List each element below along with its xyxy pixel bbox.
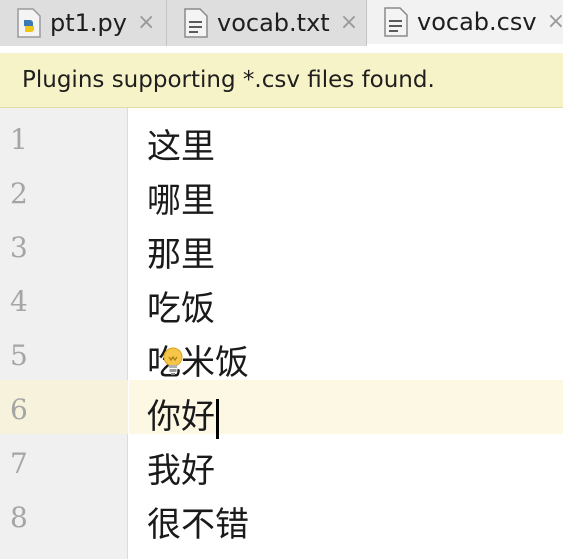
- plugin-notification-banner[interactable]: Plugins supporting *.csv files found.: [0, 53, 563, 108]
- tab-label: pt1.py: [50, 9, 127, 37]
- editor-line[interactable]: 7 我好: [0, 437, 563, 491]
- close-tab-icon[interactable]: ×: [340, 12, 358, 34]
- tab-label: vocab.csv: [417, 8, 537, 36]
- line-number: 2: [10, 177, 28, 210]
- tab-pt1-py[interactable]: pt1.py ×: [0, 0, 167, 46]
- editor-line[interactable]: 2 哪里: [0, 167, 563, 221]
- close-tab-icon[interactable]: ×: [547, 11, 563, 33]
- python-file-icon: [16, 8, 42, 38]
- tab-label: vocab.txt: [217, 9, 330, 37]
- line-text-content: 你好: [147, 397, 215, 437]
- line-text: 你好: [147, 389, 219, 439]
- line-number: 5: [10, 339, 28, 372]
- line-text: 吃饭: [147, 289, 215, 329]
- notification-text: Plugins supporting *.csv files found.: [22, 67, 435, 93]
- close-tab-icon[interactable]: ×: [137, 12, 155, 34]
- line-number: 7: [10, 447, 28, 480]
- line-number: 1: [10, 123, 28, 156]
- line-text: 我好: [147, 451, 215, 491]
- text-editor[interactable]: 1 这里 2 哪里 3 那里 4 吃饭 5 吃米饭 6 你好 7 我好 8 很不…: [0, 108, 563, 559]
- tab-vocab-txt[interactable]: vocab.txt ×: [167, 0, 367, 46]
- editor-line[interactable]: 4 吃饭: [0, 275, 563, 329]
- editor-line[interactable]: 5 吃米饭: [0, 329, 563, 383]
- editor-line[interactable]: 1 这里: [0, 113, 563, 167]
- tab-vocab-csv[interactable]: vocab.csv ×: [367, 0, 563, 46]
- lightbulb-icon[interactable]: [162, 347, 184, 377]
- line-number: 4: [10, 285, 28, 318]
- editor-line-current[interactable]: 6 你好: [0, 380, 563, 439]
- text-caret: [216, 398, 219, 439]
- line-text: 那里: [147, 235, 215, 275]
- editor-line[interactable]: 8 很不错: [0, 491, 563, 545]
- line-number: 6: [10, 393, 28, 426]
- line-text: 很不错: [147, 505, 249, 545]
- text-file-icon: [183, 8, 209, 38]
- tab-separator: [0, 46, 563, 53]
- editor-line[interactable]: 3 那里: [0, 221, 563, 275]
- text-file-icon: [383, 7, 409, 37]
- line-text: 哪里: [147, 181, 215, 221]
- editor-tab-bar: pt1.py × vocab.txt × vocab.csv ×: [0, 0, 563, 46]
- line-text: 这里: [147, 127, 215, 167]
- line-number: 8: [10, 501, 28, 534]
- line-number: 3: [10, 231, 28, 264]
